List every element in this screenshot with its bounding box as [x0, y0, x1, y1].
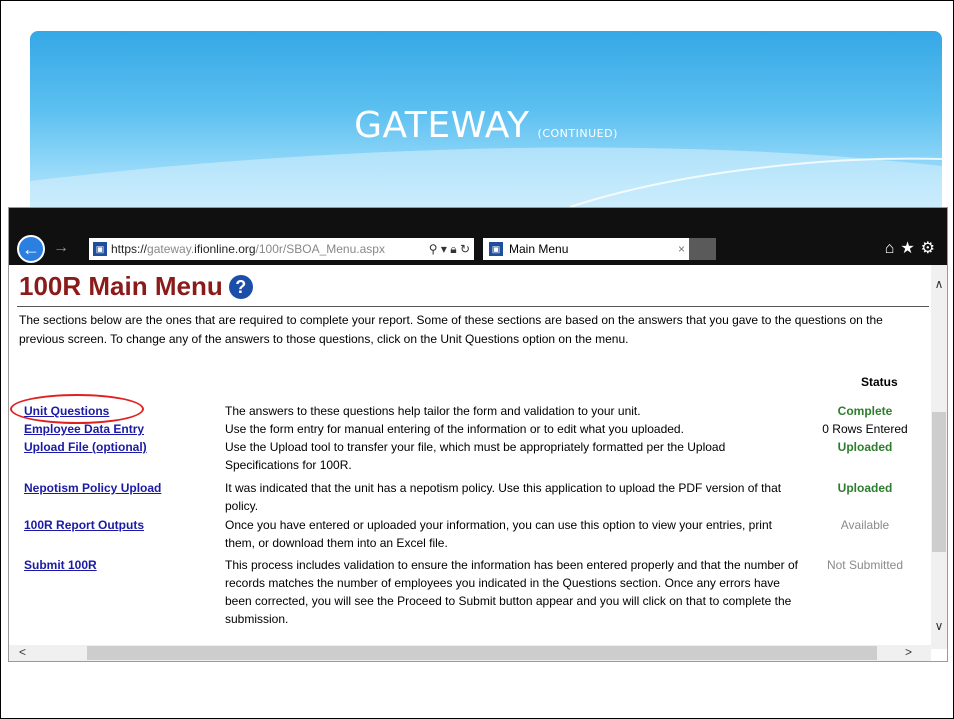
table-row: Unit Questions The answers to these ques…: [9, 402, 929, 420]
horizontal-scroll-thumb[interactable]: [87, 646, 877, 660]
url-pre: gateway.: [147, 242, 195, 256]
search-icon[interactable]: ⚲: [429, 242, 438, 256]
status-badge: Uploaded: [837, 440, 893, 454]
slide-subtitle: (CONTINUED): [537, 127, 618, 140]
browser-screenshot: ← → ▣ https://gateway.ifionline.org/100r/…: [8, 207, 948, 662]
address-bar[interactable]: ▣ https://gateway.ifionline.org/100r/SBOA…: [89, 238, 474, 260]
tab-favicon-icon: ▣: [489, 242, 503, 256]
vertical-scrollbar[interactable]: ∧ ∨: [931, 265, 947, 649]
scroll-down-icon[interactable]: ∨: [931, 619, 947, 633]
settings-icon[interactable]: ⚙: [921, 240, 941, 257]
address-bar-icons: ⚲ ▾ 🔒︎ ↻: [424, 238, 470, 260]
row-description: Once you have entered or uploaded your i…: [225, 518, 772, 550]
page-title: 100R Main Menu?: [19, 271, 253, 302]
row-description: Use the form entry for manual entering o…: [225, 422, 684, 436]
vertical-scroll-thumb[interactable]: [932, 412, 946, 552]
menu-link-nepotism-policy-upload[interactable]: Nepotism Policy Upload: [24, 479, 161, 497]
row-description: It was indicated that the unit has a nep…: [225, 481, 782, 513]
status-badge: Uploaded: [837, 481, 893, 495]
table-row: Upload File (optional) Use the Upload to…: [9, 438, 929, 479]
forward-arrow-icon[interactable]: →: [53, 239, 69, 257]
scroll-right-icon[interactable]: >: [905, 645, 912, 659]
status-badge: Complete: [837, 404, 893, 418]
title-divider: [17, 306, 929, 307]
slide-banner: GATEWAY (CONTINUED): [30, 31, 942, 207]
scroll-left-icon[interactable]: <: [19, 645, 26, 659]
new-tab-button[interactable]: [689, 238, 716, 260]
url-scheme: https://: [111, 242, 148, 256]
status-column-header: Status: [861, 375, 898, 389]
status-badge: Not Submitted: [826, 558, 904, 572]
slide-title: GATEWAY (CONTINUED): [30, 105, 942, 146]
help-icon[interactable]: ?: [228, 275, 253, 299]
status-badge: 0 Rows Entered: [822, 422, 908, 436]
table-row: 100R Report Outputs Once you have entere…: [9, 516, 929, 556]
row-description: Use the Upload tool to transfer your fil…: [225, 440, 726, 472]
menu-link-100r-report-outputs[interactable]: 100R Report Outputs: [24, 516, 144, 534]
home-icon[interactable]: ⌂: [885, 240, 901, 257]
menu-link-upload-file[interactable]: Upload File (optional): [24, 438, 147, 456]
highlight-oval-annotation: [10, 394, 144, 424]
row-description: This process includes validation to ensu…: [225, 558, 799, 626]
refresh-icon[interactable]: ↻: [460, 242, 470, 256]
lock-icon[interactable]: 🔒︎: [450, 242, 456, 256]
page-title-text: 100R Main Menu: [19, 271, 223, 301]
table-row: Submit 100R This process includes valida…: [9, 556, 929, 632]
row-description: The answers to these questions help tail…: [225, 404, 641, 418]
url-path: /100r/SBOA_Menu.aspx: [255, 242, 385, 256]
table-row: Employee Data Entry Use the form entry f…: [9, 420, 929, 438]
dropdown-icon[interactable]: ▾: [441, 242, 447, 256]
horizontal-scrollbar[interactable]: < >: [9, 645, 931, 661]
favorites-icon[interactable]: ★: [900, 240, 920, 257]
scroll-up-icon[interactable]: ∧: [931, 277, 947, 291]
page-content: 100R Main Menu? The sections below are t…: [9, 265, 947, 661]
menu-table: Unit Questions The answers to these ques…: [9, 402, 929, 632]
tab-close-icon[interactable]: ×: [678, 238, 685, 260]
tab-title: Main Menu: [509, 242, 569, 256]
status-badge: Available: [840, 518, 890, 532]
site-favicon-icon: ▣: [93, 242, 107, 256]
table-row: Nepotism Policy Upload It was indicated …: [9, 479, 929, 516]
slide-title-text: GATEWAY: [354, 105, 530, 146]
back-arrow-icon[interactable]: ←: [17, 235, 45, 263]
intro-text: The sections below are the ones that are…: [19, 313, 883, 346]
browser-toolbar: ← → ▣ https://gateway.ifionline.org/100r/…: [9, 208, 947, 265]
browser-toolbar-icons: ⌂★⚙: [885, 238, 941, 258]
tab-main-menu[interactable]: ▣ Main Menu ×: [483, 238, 715, 260]
menu-link-submit-100r[interactable]: Submit 100R: [24, 556, 97, 574]
url-host: ifionline.org: [194, 242, 256, 256]
